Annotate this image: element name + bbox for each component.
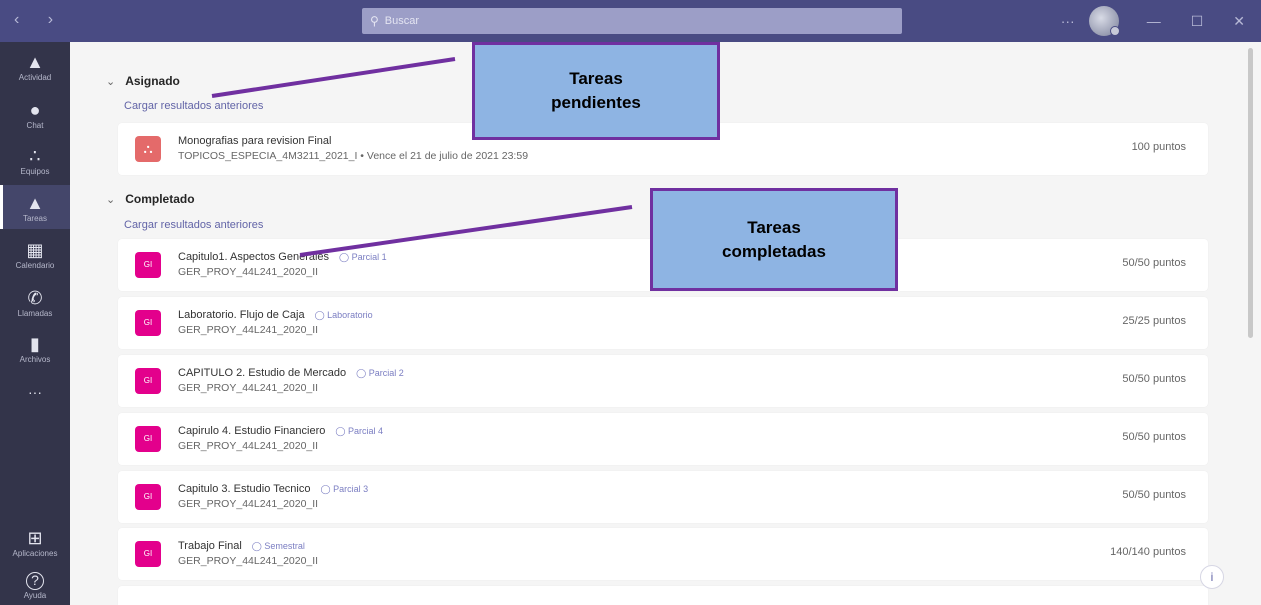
close-icon[interactable]: ✕ [1233,13,1245,30]
rail-item-equipos[interactable]: ∴ Equipos [0,146,70,176]
category-tag: ◯ Parcial 3 [320,484,369,494]
section-completed-toggle[interactable]: ⌄ Completado [106,192,195,206]
assignment-title: Capitulo 3. Estudio Tecnico [178,483,311,495]
assignment-points: 25/25 puntos [1122,315,1186,327]
app-rail: ▲ Actividad ● Chat ∴ Equipos ▲ Tareas ▦ … [0,42,70,605]
assignment-title: Monografias para revision Final [178,135,332,147]
load-previous-completed-link[interactable]: Cargar resultados anteriores [124,219,263,231]
completed-card[interactable]: GI Trabajo Final ◯ Semestral GER_PROY_44L… [118,528,1208,580]
assignment-title: Capitulo1. Aspectos Generales [178,251,330,263]
completed-card[interactable]: GI Capitulo 3. Estudio Tecnico ◯ Parcial … [118,471,1208,523]
assignment-subtitle: GER_PROY_44L241_2020_II [178,324,319,336]
avatar[interactable] [1088,6,1120,36]
assignment-subtitle: GER_PROY_44L241_2020_II [178,382,319,394]
completed-card[interactable]: GI CAPITULO 2. Estudio de Mercado ◯ Parci… [118,355,1208,407]
title-bar: ‹ › ⚲ Buscar ··· — ☐ ✕ [0,0,1261,42]
rail-item-ayuda[interactable]: ? Ayuda [0,572,70,600]
backpack-icon: ▲ [26,193,44,213]
callout-pending-line2: pendientes [551,93,641,112]
assignment-class-icon: ⛬ [135,136,161,162]
completed-card[interactable]: GI Capirulo 4. Estudio Financiero ◯ Parci… [118,413,1208,465]
section-completed-heading: Completado [125,192,195,206]
callout-completed-line2: completadas [722,241,826,261]
bell-icon: ▲ [26,52,44,72]
assignment-points: 100 puntos [1131,141,1186,153]
assignment-class-icon: GI [135,484,161,510]
assignment-points: 50/50 puntos [1122,257,1186,269]
more-apps-button[interactable]: ··· [0,382,70,402]
assignment-subtitle: GER_PROY_44L241_2020_II [178,440,319,452]
assignment-subtitle: GER_PROY_44L241_2020_II [178,555,319,567]
rail-item-actividad[interactable]: ▲ Actividad [0,52,70,82]
completed-card[interactable]: GI Laboratorio. Flujo de Caja ◯ Laborator… [118,297,1208,349]
assignment-class-icon: GI [135,541,161,567]
chevron-down-icon: ⌄ [106,194,116,206]
calendar-icon: ▦ [26,240,44,260]
file-icon: ▮ [30,334,40,354]
section-assigned-heading: Asignado [125,74,180,88]
teams-icon: ∴ [29,146,41,166]
callout-pending-line1: Tareas [569,69,623,88]
assignment-title: CAPITULO 2. Estudio de Mercado [178,367,347,379]
category-tag: ◯ Laboratorio [314,310,373,320]
assignment-title: Laboratorio. Flujo de Caja [178,309,305,321]
assignment-title: Trabajo Final [178,540,242,552]
rail-item-calendario[interactable]: ▦ Calendario [0,240,70,270]
load-previous-assigned-link[interactable]: Cargar resultados anteriores [124,100,263,112]
assignment-class-icon: GI [135,252,161,278]
chevron-down-icon: ⌄ [106,76,116,88]
assignment-subtitle: GER_PROY_44L241_2020_II [178,266,319,278]
back-forward-arrows[interactable]: ‹ › [14,11,65,29]
rail-item-llamadas[interactable]: ✆ Llamadas [0,288,70,318]
assignment-points: 50/50 puntos [1122,431,1186,443]
assignment-class-icon: GI [135,426,161,452]
rail-item-aplicaciones[interactable]: ⊞ Aplicaciones [0,528,70,558]
search-placeholder: Buscar [384,15,420,27]
section-assigned-toggle[interactable]: ⌄ Asignado [106,74,180,88]
callout-pending: Tareas pendientes [472,42,720,140]
maximize-icon[interactable]: ☐ [1191,13,1204,30]
chat-icon: ● [29,100,41,120]
assignment-subtitle: GER_PROY_44L241_2020_II [178,498,319,510]
category-tag: ◯ Semestral [251,541,305,551]
completed-card-partial[interactable] [118,586,1208,605]
category-tag: ◯ Parcial 2 [356,368,404,378]
assignment-title: Capirulo 4. Estudio Financiero [178,425,326,437]
minimize-icon[interactable]: — [1147,13,1161,29]
search-icon: ⚲ [370,14,379,28]
search-input[interactable]: ⚲ Buscar [362,8,902,34]
rail-item-chat[interactable]: ● Chat [0,100,70,130]
callout-completed-line1: Tareas [747,217,801,237]
help-icon: ? [26,572,44,590]
rail-item-tareas[interactable]: ▲ Tareas [0,185,70,229]
assignment-points: 50/50 puntos [1122,373,1186,385]
assignment-class-icon: GI [135,310,161,336]
rail-item-archivos[interactable]: ▮ Archivos [0,334,70,364]
assignment-points: 140/140 puntos [1110,546,1186,558]
scrollbar[interactable] [1248,48,1253,338]
assignment-points: 50/50 puntos [1122,489,1186,501]
phone-icon: ✆ [27,288,43,308]
category-tag: ◯ Parcial 1 [339,252,387,262]
ellipsis-icon: ··· [28,384,42,400]
more-options-icon[interactable]: ··· [1061,13,1075,29]
assignment-subtitle: TOPICOS_ESPECIA_4M3211_2021_I • Vence el… [178,150,529,162]
assignment-class-icon: GI [135,368,161,394]
category-tag: ◯ Parcial 4 [335,426,383,436]
apps-icon: ⊞ [27,528,43,548]
info-icon[interactable]: i [1200,565,1224,589]
callout-completed: Tareas completadas [650,188,898,291]
